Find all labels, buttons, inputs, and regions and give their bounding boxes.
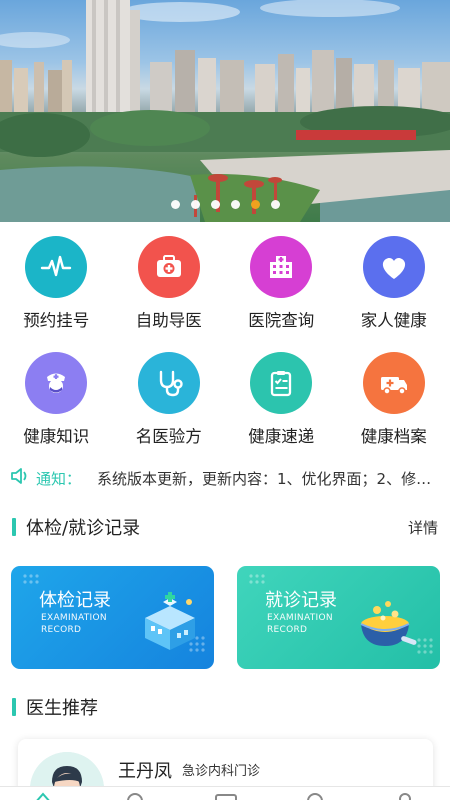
service-label: 健康档案 (360, 427, 427, 446)
service-label: 自助导医 (135, 311, 202, 330)
service-health-records[interactable]: 健康档案 (338, 338, 450, 454)
city-skyline-image (0, 0, 450, 222)
service-icon[interactable] (304, 791, 326, 800)
medical-kit-icon (137, 236, 200, 298)
carousel-dot[interactable] (230, 200, 240, 209)
banner-carousel[interactable] (0, 0, 450, 222)
card-title: 就诊记录 (265, 590, 337, 611)
service-label: 家人健康 (360, 311, 427, 330)
hospital-building-icon (145, 592, 195, 650)
medicine-bowl-icon (360, 601, 417, 646)
nurse-icon (25, 352, 88, 414)
exam-record-card[interactable]: 体检记录 EXAMINATION RECORD (11, 566, 214, 669)
heartbeat-icon (25, 236, 88, 298)
doctor-name: 王丹凤 (118, 761, 172, 782)
service-label: 健康知识 (23, 427, 90, 446)
doctor-section-title: 医生推荐 (26, 698, 98, 719)
heart-icon (362, 236, 425, 298)
carousel-dot[interactable] (190, 200, 200, 209)
service-famous-prescription[interactable]: 名医验方 (113, 338, 226, 454)
card-subtitle: EXAMINATION RECORD (41, 613, 107, 635)
service-appointment[interactable]: 预约挂号 (0, 222, 113, 338)
visit-record-card[interactable]: 就诊记录 EXAMINATION RECORD (237, 566, 440, 669)
ambulance-icon (362, 352, 425, 414)
carousel-dot[interactable] (270, 200, 280, 209)
service-label: 健康速递 (248, 427, 315, 446)
service-label: 名医验方 (135, 427, 202, 446)
service-label: 医院查询 (248, 311, 315, 330)
speaker-icon (10, 467, 30, 489)
search-icon[interactable] (124, 791, 146, 800)
bottom-nav (0, 786, 450, 800)
profile-icon[interactable] (394, 791, 416, 800)
card-title: 体检记录 (39, 590, 111, 611)
records-title: 体检/就诊记录 (26, 518, 141, 539)
hospital-icon (250, 236, 313, 298)
service-health-knowledge[interactable]: 健康知识 (0, 338, 113, 454)
card-subtitle: EXAMINATION RECORD (267, 613, 333, 635)
section-accent-bar (12, 518, 16, 536)
service-self-guide[interactable]: 自助导医 (113, 222, 226, 338)
service-label: 预约挂号 (23, 311, 90, 330)
section-title: 体检/就诊记录 (12, 514, 140, 540)
carousel-dot[interactable] (250, 200, 260, 209)
records-section-header: 体检/就诊记录 详情 (12, 514, 438, 540)
carousel-dot[interactable] (170, 200, 180, 209)
section-title: 医生推荐 (12, 694, 98, 720)
stethoscope-icon (137, 352, 200, 414)
doctor-section-header: 医生推荐 (12, 694, 438, 720)
section-accent-bar (12, 698, 16, 716)
carousel-dot[interactable] (210, 200, 220, 209)
details-link[interactable]: 详情 (408, 517, 438, 538)
clipboard-icon (250, 352, 313, 414)
app-screen: 预约挂号 自助导医 医院查询 家人健康 健康知识 名医验方 健康速递 健康档案 … (0, 0, 450, 800)
carousel-indicator[interactable] (0, 200, 450, 209)
home-icon[interactable] (32, 791, 54, 800)
service-family-health[interactable]: 家人健康 (338, 222, 450, 338)
service-hospital-query[interactable]: 医院查询 (225, 222, 338, 338)
service-health-express[interactable]: 健康速递 (225, 338, 338, 454)
service-grid: 预约挂号 自助导医 医院查询 家人健康 健康知识 名医验方 健康速递 健康档案 (0, 222, 450, 454)
notice-label: 通知： (36, 469, 82, 488)
notice-text: 系统版本更新，更新内容：1、优化界面；2、修复已知问题 (97, 469, 440, 488)
message-icon[interactable] (214, 791, 238, 800)
notice-bar[interactable]: 通知： 系统版本更新，更新内容：1、优化界面；2、修复已知问题 (10, 458, 440, 498)
doctor-department: 急诊内科门诊 (182, 764, 261, 779)
